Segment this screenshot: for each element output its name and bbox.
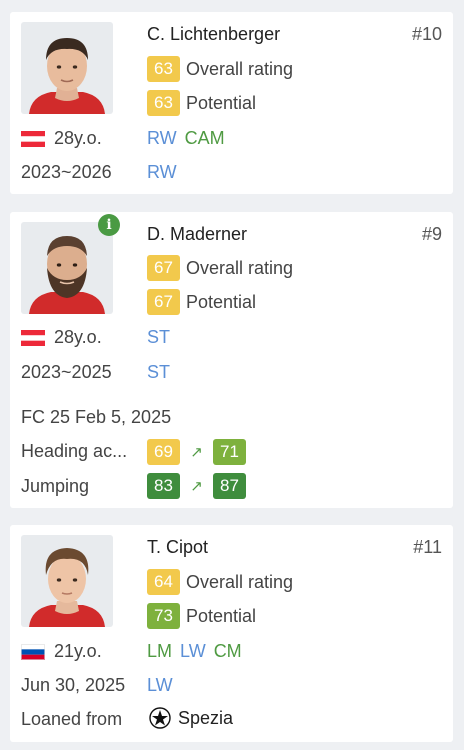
contract-period: 2023~2026 <box>21 162 112 182</box>
austria-flag-icon <box>21 329 45 346</box>
positions-list: ST <box>147 327 170 348</box>
position-tag: LW <box>180 641 206 661</box>
attribute-old-value: 83 <box>147 473 180 499</box>
positions-list: RW CAM <box>147 128 225 149</box>
player-number: #9 <box>421 224 442 244</box>
positions-list: LM LW CM <box>147 641 242 662</box>
player-name[interactable]: T. Cipot <box>147 537 208 558</box>
position-tag: CM <box>213 641 242 661</box>
position-tag: LM <box>147 641 173 661</box>
player-age: 28y.o. <box>54 128 102 148</box>
contract-position: RW <box>147 162 177 183</box>
fc-update-date: FC 25 Feb 5, 2025 <box>21 407 172 427</box>
age-row: 28y.o. <box>21 128 102 149</box>
spezia-crest-icon <box>149 707 171 729</box>
austria-flag-icon <box>21 130 45 147</box>
player-number: #10 <box>411 24 442 44</box>
contract-period: 2023~2025 <box>21 362 112 382</box>
player-age: 21y.o. <box>54 641 102 661</box>
loan-club-link[interactable]: Spezia <box>149 707 233 729</box>
attribute-change-row: 69 ↗ 71 <box>147 439 246 465</box>
overall-rating-row: 63 Overall rating <box>147 56 293 82</box>
player-age: 28y.o. <box>54 327 102 347</box>
player-card-lichtenberger[interactable]: C. Lichtenberger #10 63 Overall rating 6… <box>10 12 453 194</box>
player-photo <box>21 222 113 314</box>
loan-club-name: Spezia <box>178 707 234 728</box>
potential-row: 67 Potential <box>147 289 256 315</box>
loan-label: Loaned from <box>21 709 123 729</box>
attribute-label: Jumping <box>21 476 90 496</box>
potential-row: 63 Potential <box>147 90 256 116</box>
potential-badge: 63 <box>147 90 180 116</box>
potential-badge: 67 <box>147 289 180 315</box>
player-name[interactable]: D. Maderner <box>147 224 247 245</box>
potential-label: Potential <box>186 605 257 626</box>
potential-row: 73 Potential <box>147 603 256 629</box>
overall-rating-row: 67 Overall rating <box>147 255 293 281</box>
potential-label: Potential <box>186 92 257 113</box>
age-row: 28y.o. <box>21 327 102 348</box>
player-number: #11 <box>413 537 442 557</box>
attribute-label: Heading ac... <box>21 441 128 461</box>
attribute-new-value: 87 <box>213 473 246 499</box>
info-icon[interactable]: i <box>98 214 120 236</box>
overall-rating-label: Overall rating <box>186 571 294 592</box>
attribute-old-value: 69 <box>147 439 180 465</box>
age-row: 21y.o. <box>21 641 102 662</box>
player-card-cipot[interactable]: T. Cipot #11 64 Overall rating 73 Potent… <box>10 525 453 742</box>
contract-position: ST <box>147 362 170 383</box>
overall-rating-badge: 67 <box>147 255 180 281</box>
position-tag: CAM <box>184 128 225 148</box>
position-tag: RW <box>147 128 177 148</box>
slovenia-flag-icon <box>21 643 45 660</box>
attribute-new-value: 71 <box>213 439 246 465</box>
overall-rating-label: Overall rating <box>186 257 294 278</box>
overall-rating-label: Overall rating <box>186 58 294 79</box>
up-arrow-icon: ↗ <box>190 444 203 461</box>
potential-label: Potential <box>186 291 257 312</box>
position-tag: ST <box>147 327 171 347</box>
overall-rating-badge: 63 <box>147 56 180 82</box>
contract-position: LW <box>147 675 173 696</box>
position-tag: ST <box>147 362 171 382</box>
position-tag: LW <box>147 675 173 695</box>
player-photo <box>21 22 113 114</box>
attribute-change-row: 83 ↗ 87 <box>147 473 246 499</box>
player-photo <box>21 535 113 627</box>
player-name[interactable]: C. Lichtenberger <box>147 24 280 45</box>
overall-rating-badge: 64 <box>147 569 180 595</box>
up-arrow-icon: ↗ <box>190 478 203 495</box>
position-tag: RW <box>147 162 177 182</box>
potential-badge: 73 <box>147 603 180 629</box>
contract-end-date: Jun 30, 2025 <box>21 675 126 695</box>
overall-rating-row: 64 Overall rating <box>147 569 293 595</box>
player-card-maderner[interactable]: i D. Maderner #9 67 Overall rating 67 Po… <box>10 212 453 508</box>
